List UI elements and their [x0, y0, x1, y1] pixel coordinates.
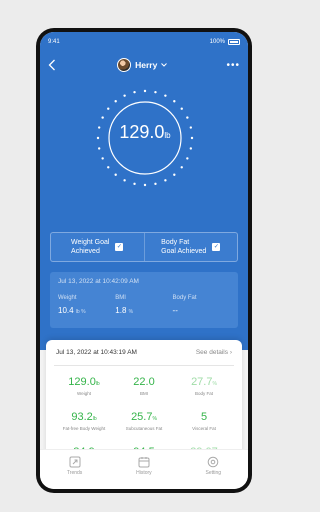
dial-tick-dot: [114, 173, 117, 176]
dial-tick-dot: [101, 116, 104, 119]
metric-subcutaneous-fat[interactable]: 25.7% Subcutaneous Fat: [114, 411, 174, 432]
battery-icon: [228, 39, 240, 45]
weight-goal: Weight Goal Achieved ✓: [51, 233, 144, 261]
dial-tick-dot: [101, 157, 104, 160]
dial-tick-dot: [143, 183, 147, 187]
dial-tick-dot: [173, 100, 176, 103]
dial-tick-dot: [173, 173, 176, 176]
checkbox-checked-icon: ✓: [212, 243, 221, 251]
prev-value-body-fat: --: [172, 306, 178, 315]
tab-history[interactable]: History: [136, 456, 152, 476]
tab-trends[interactable]: Trends: [67, 456, 82, 476]
dial-tick-dot: [180, 107, 183, 110]
dial-tick-dot: [186, 116, 189, 119]
dial-tick-dot: [123, 179, 126, 182]
avatar: [117, 58, 132, 72]
dial-tick-dot: [154, 90, 157, 94]
body-fat-goal: Body Fat Goal Achieved ✓: [143, 233, 238, 261]
prev-value-weight: 10.4: [58, 306, 74, 315]
user-switcher[interactable]: Herry: [117, 58, 168, 72]
see-details-link[interactable]: See details ›: [196, 349, 232, 356]
dial-tick-dot: [97, 147, 101, 150]
trend-arrow-icon: [69, 456, 81, 468]
user-name: Herry: [135, 60, 158, 70]
dial-tick-dot: [107, 166, 110, 169]
prev-value-bmi: 1.8: [115, 306, 127, 315]
back-arrow-icon[interactable]: [48, 58, 58, 72]
prev-unit-weight: lb %: [75, 309, 86, 315]
nav-bar: Herry •••: [48, 54, 240, 76]
weight-value: 129.0: [119, 122, 165, 142]
dial-tick-dot: [133, 90, 136, 94]
body-fat-goal-line2: Goal Achieved: [161, 248, 207, 255]
dial-tick-dot: [186, 157, 189, 160]
goals-panel: Weight Goal Achieved ✓ Body Fat Goal Ach…: [50, 232, 238, 262]
dial-tick-dot: [164, 179, 167, 182]
prev-unit-bmi: %: [128, 309, 134, 315]
summary-panel: 9:41 100% Herry ••• 129.0lb Weight Goal …: [40, 32, 248, 350]
weight-dial: 129.0lb: [93, 86, 197, 190]
dial-tick-dot: [114, 100, 117, 103]
tab-history-label: History: [136, 470, 152, 476]
metrics-grid: 129.0lb Weight 22.0 BMI 27.7% Body Fat 9…: [54, 366, 234, 454]
tab-setting-label: Setting: [205, 470, 222, 476]
metric-body-fat[interactable]: 27.7% Body Fat: [174, 376, 234, 397]
app-screen: 9:41 100% Herry ••• 129.0lb Weight Goal …: [40, 32, 248, 489]
weight-goal-line1: Weight Goal: [71, 239, 110, 246]
dial-tick-dot: [180, 166, 183, 169]
dial-tick-dot: [189, 147, 193, 150]
weight-unit: lb: [164, 131, 171, 140]
latest-date: Jul 13, 2022 at 10:43:19 AM: [56, 349, 137, 356]
battery-percent: 100%: [209, 39, 225, 45]
dial-tick-dot: [133, 182, 136, 186]
phone-frame: 9:41 100% Herry ••• 129.0lb Weight Goal …: [36, 28, 252, 493]
weight-goal-line2: Achieved: [71, 248, 100, 255]
metric-fat-free-weight[interactable]: 93.2lb Fat-free Body Weight: [54, 411, 114, 432]
previous-measurement-card[interactable]: Jul 13, 2022 at 10:42:09 AM Weight 10.4 …: [50, 272, 238, 328]
previous-date: Jul 13, 2022 at 10:42:09 AM: [58, 278, 139, 285]
dial-tick-dot: [154, 182, 157, 186]
dial-tick-dot: [143, 89, 147, 93]
body-fat-goal-line1: Body Fat: [161, 239, 190, 246]
status-time: 9:41: [48, 39, 60, 45]
gear-icon: [207, 456, 219, 468]
dial-tick-dot: [123, 94, 126, 97]
more-options-icon[interactable]: •••: [226, 60, 240, 71]
calendar-icon: [138, 457, 150, 468]
weight-readout: 129.0lb: [93, 122, 197, 143]
status-bar: 9:41 100%: [48, 37, 240, 47]
chevron-right-icon: ›: [229, 349, 232, 356]
dial-tick-dot: [107, 107, 110, 110]
chevron-down-icon: [161, 63, 168, 67]
checkbox-checked-icon: ✓: [115, 243, 124, 251]
metric-weight[interactable]: 129.0lb Weight: [54, 376, 114, 397]
dial-tick-dot: [164, 94, 167, 97]
metric-visceral-fat[interactable]: 5 Visceral Fat: [174, 411, 234, 432]
prev-label-bmi: BMI: [115, 295, 126, 301]
tab-setting[interactable]: Setting: [205, 456, 221, 476]
prev-label-body-fat: Body Fat: [172, 295, 197, 301]
prev-label-weight: Weight: [58, 295, 77, 301]
tab-trends-label: Trends: [66, 470, 83, 476]
metric-bmi[interactable]: 22.0 BMI: [114, 376, 174, 397]
tab-bar: Trends History Setting: [40, 449, 248, 489]
